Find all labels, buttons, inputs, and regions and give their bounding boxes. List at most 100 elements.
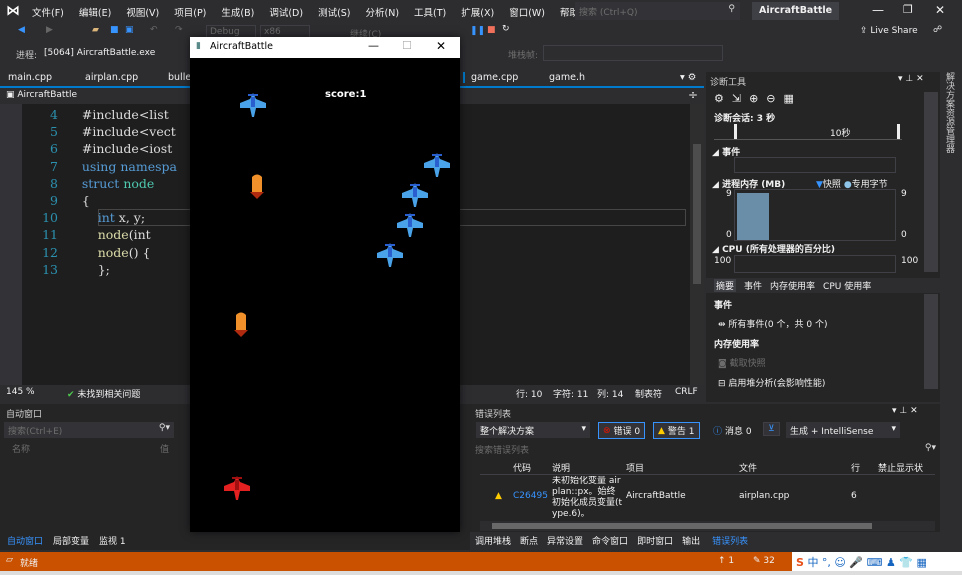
edits-status[interactable]: ✎ 32: [753, 556, 775, 566]
error-hscrollbar[interactable]: [480, 521, 935, 531]
stop-icon[interactable]: ■: [487, 25, 496, 35]
col-description[interactable]: 说明: [552, 461, 570, 474]
tab-autos[interactable]: 自动窗口: [7, 534, 43, 547]
forward-icon[interactable]: ▶: [46, 25, 53, 35]
pause-icon[interactable]: ❚❚: [470, 26, 485, 36]
table-row[interactable]: ▲ C26495 未初始化变量 airplan::px。始终初始化成员变量(ty…: [480, 476, 925, 520]
menu-file[interactable]: 文件(F): [32, 5, 64, 19]
eol-mode[interactable]: CRLF: [675, 387, 698, 397]
diag-toolbar-icons[interactable]: ⚙⇲⊕⊖▦: [714, 92, 802, 105]
errors-filter-button[interactable]: ⊗ 错误 0: [598, 422, 646, 439]
tab-command-window[interactable]: 命令窗口: [592, 534, 628, 547]
heap-profiling-button[interactable]: ⊟ 启用堆分析(会影响性能): [718, 376, 825, 389]
publish-status[interactable]: ↑ 1: [718, 556, 734, 566]
menu-project[interactable]: 项目(P): [174, 5, 206, 19]
tab-bullet[interactable]: bulle: [168, 72, 191, 83]
process-select[interactable]: [5064] AircraftBattle.exe: [44, 48, 155, 58]
split-icon[interactable]: ÷: [688, 88, 698, 102]
search-input[interactable]: 搜索 (Ctrl+Q) ⚲: [575, 2, 740, 20]
game-titlebar[interactable]: ▮ AircraftBattle — ☐ ✕: [190, 37, 460, 58]
game-minimize-button[interactable]: —: [368, 39, 379, 52]
timeline-label: 10秒: [830, 129, 851, 139]
error-window-controls[interactable]: ▾ ⊥ ✕: [892, 406, 918, 416]
menu-tools[interactable]: 工具(T): [414, 5, 446, 19]
tab-immediate[interactable]: 即时窗口: [637, 534, 673, 547]
window-title: AircraftBattle: [752, 2, 840, 20]
project-nav[interactable]: ▣ AircraftBattle: [6, 90, 77, 100]
scope-select[interactable]: 整个解决方案 ▾: [476, 422, 590, 438]
col-line[interactable]: 行: [851, 461, 860, 474]
solution-explorer-tab[interactable]: 解决方案资源管理器: [942, 72, 954, 153]
col-suppression[interactable]: 禁止显示状: [878, 461, 928, 474]
tab-call-stack[interactable]: 调用堆栈: [475, 534, 511, 547]
diag-scrollbar[interactable]: [924, 92, 938, 272]
game-maximize-button[interactable]: ☐: [402, 39, 412, 52]
tab-main-cpp[interactable]: main.cpp: [8, 72, 52, 83]
live-share-button[interactable]: ⇪ Live Share: [860, 26, 918, 36]
tab-game-cpp[interactable]: game.cpp: [463, 72, 543, 83]
tab-watch1[interactable]: 监视 1: [99, 534, 126, 547]
error-search-placeholder: 搜索错误列表: [475, 446, 530, 456]
game-canvas[interactable]: [190, 58, 460, 532]
app-icon: ▮: [196, 41, 201, 51]
ime-toolbar[interactable]: S 中 °, ☺ 🎤 ⌨ ♟ 👕 ▦: [792, 552, 962, 571]
undo-icon[interactable]: ↶: [150, 25, 158, 35]
tab-events[interactable]: 事件: [744, 279, 762, 292]
tab-memory-usage[interactable]: 内存使用率: [770, 279, 815, 292]
tab-output[interactable]: 输出: [682, 534, 700, 547]
col-project[interactable]: 项目: [626, 461, 644, 474]
restart-icon[interactable]: ↻: [502, 24, 510, 34]
open-folder-icon[interactable]: ▰: [92, 25, 99, 35]
cpu-section: ◢ CPU (所有处理器的百分比): [712, 245, 835, 255]
restore-button[interactable]: ❐: [903, 3, 913, 16]
take-snapshot-button[interactable]: ◙ 截取快照: [718, 356, 766, 369]
summary-scrollbar[interactable]: [924, 294, 938, 389]
tab-error-list[interactable]: 错误列表: [709, 533, 752, 547]
back-icon[interactable]: ◀: [18, 25, 25, 35]
error-code-link[interactable]: C26495: [513, 491, 548, 501]
clear-filter-button[interactable]: ⊻: [763, 422, 780, 436]
tab-breakpoints[interactable]: 断点: [520, 534, 538, 547]
stackframe-label: 堆栈帧:: [508, 51, 539, 61]
menu-debug[interactable]: 调试(D): [269, 5, 303, 19]
zoom-level[interactable]: 145 %: [6, 387, 35, 397]
tab-summary[interactable]: 摘要: [714, 279, 737, 292]
messages-filter-button[interactable]: ⓘ 消息 0: [708, 422, 757, 439]
timeline[interactable]: 10秒: [714, 124, 902, 140]
feedback-icon[interactable]: ☍: [933, 25, 942, 35]
diag-window-controls[interactable]: ▾ ⊥ ✕: [898, 74, 924, 84]
menu-view[interactable]: 视图(V): [126, 5, 159, 19]
menu-analyze[interactable]: 分析(N): [366, 5, 400, 19]
tab-dropdown-icon[interactable]: ▾ ⚙: [680, 72, 696, 83]
error-search[interactable]: 搜索错误列表 ⚲▾: [475, 443, 940, 456]
tab-exception-settings[interactable]: 异常设置: [547, 534, 583, 547]
game-window[interactable]: ▮ AircraftBattle — ☐ ✕ score:1: [190, 37, 460, 532]
tab-cpu-usage[interactable]: CPU 使用率: [823, 279, 871, 292]
line-number: 6: [50, 141, 58, 157]
menu-edit[interactable]: 编辑(E): [79, 5, 111, 19]
save-all-icon[interactable]: ▣: [125, 25, 134, 35]
issues-status[interactable]: ✔ 未找到相关问题: [67, 387, 140, 400]
redo-icon[interactable]: ↷: [175, 25, 183, 35]
col-file[interactable]: 文件: [739, 461, 757, 474]
col-code[interactable]: 代码: [513, 461, 531, 474]
all-events-link[interactable]: ⇹ 所有事件(0 个，共 0 个): [718, 317, 827, 330]
tab-locals[interactable]: 局部变量: [53, 534, 89, 547]
source-select[interactable]: 生成 + IntelliSense ▾: [786, 422, 900, 438]
stackframe-select[interactable]: [543, 45, 723, 61]
editor-scrollbar[interactable]: [690, 104, 704, 385]
minimize-button[interactable]: —: [872, 3, 884, 17]
menu-build[interactable]: 生成(B): [221, 5, 254, 19]
close-button[interactable]: ✕: [935, 3, 945, 17]
autos-search[interactable]: 搜索(Ctrl+E) ⚲▾: [4, 422, 174, 438]
save-icon[interactable]: ■: [110, 25, 119, 35]
tab-game-h[interactable]: game.h: [549, 72, 585, 83]
menu-window[interactable]: 窗口(W): [509, 5, 545, 19]
warnings-filter-button[interactable]: ▲ 警告 1: [653, 422, 700, 439]
diag-session: 诊断会话: 3 秒: [714, 114, 776, 124]
menu-extensions[interactable]: 扩展(X): [461, 5, 494, 19]
tab-airplan-cpp[interactable]: airplan.cpp: [85, 72, 138, 83]
tabs-mode[interactable]: 制表符: [635, 387, 662, 400]
menu-test[interactable]: 测试(S): [318, 5, 350, 19]
game-close-button[interactable]: ✕: [436, 39, 446, 53]
